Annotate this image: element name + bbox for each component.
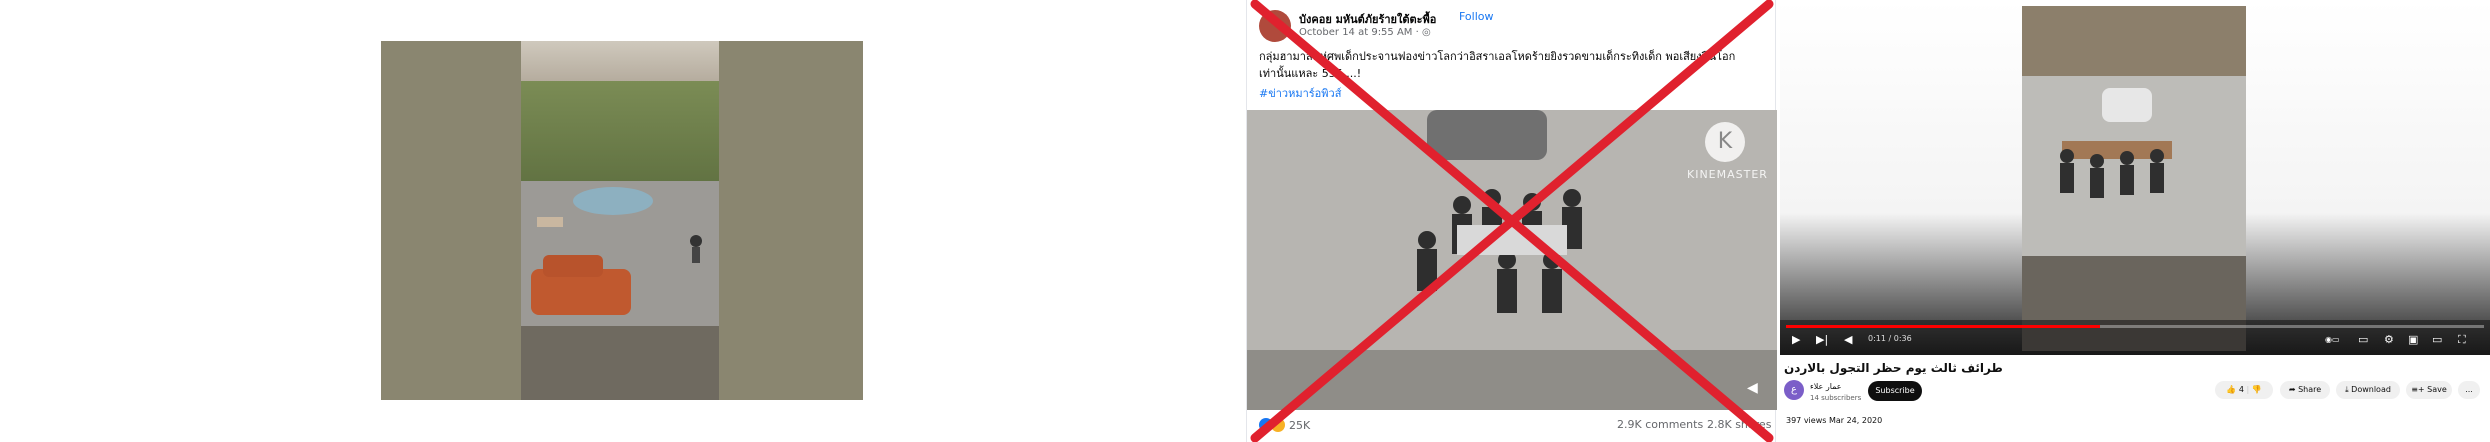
- progress-fill: [1786, 325, 2101, 328]
- like-dislike-group[interactable]: 👍 4 | 👎: [2215, 381, 2273, 399]
- save-icon: ≡+: [2411, 385, 2425, 394]
- like-count: 4: [2238, 385, 2244, 394]
- thumbs-down-icon[interactable]: 👎: [2252, 385, 2262, 394]
- video-scene: [1247, 110, 1777, 410]
- download-button[interactable]: ⤓ Download: [2336, 381, 2400, 399]
- mute-icon[interactable]: ◀: [1747, 380, 1765, 398]
- volume-icon[interactable]: ◀: [1844, 333, 1852, 347]
- haha-reaction-icon: [1271, 418, 1285, 432]
- post-text: กลุ่มฮามาสแห่ศพเด็กประจานฟองข่าวโลกว่าอิ…: [1259, 50, 1736, 80]
- time-display: 0:11 / 0:36: [1868, 334, 1912, 343]
- subscriber-count: 14 subscribers: [1810, 394, 1862, 402]
- autoplay-toggle-icon[interactable]: ◉▭: [2325, 333, 2340, 347]
- subscribe-button[interactable]: Subscribe: [1868, 381, 1922, 401]
- facebook-post: บังคอย มหันต์ภัยร้ายใต้ตะพื้อ Follow Oct…: [1246, 0, 1777, 442]
- share-icon: ➦: [2288, 385, 2296, 394]
- video-still: [2022, 6, 2246, 351]
- screenshot-composite: บังคอย มหันต์ภัยร้ายใต้ตะพื้อ Follow Oct…: [0, 0, 2490, 442]
- follow-button[interactable]: Follow: [1459, 10, 1494, 23]
- video-still: [521, 41, 719, 400]
- reactions-count: 25K: [1289, 418, 1311, 432]
- video-player[interactable]: ▶ ▶| ◀ 0:11 / 0:36 ◉▭ ▭ ⚙ ▣ ▭ ⛶: [1780, 0, 2490, 355]
- post-hashtag[interactable]: #ข่าวหมาร์อพิวส์: [1259, 84, 1341, 102]
- share-label: Share: [2298, 385, 2322, 394]
- watermark-text: KINEMASTER: [1687, 168, 1768, 181]
- fullscreen-icon[interactable]: ⛶: [2458, 333, 2466, 347]
- miniplayer-icon[interactable]: ▣: [2408, 333, 2418, 347]
- author-avatar[interactable]: [1259, 10, 1291, 42]
- theater-mode-icon[interactable]: ▭: [2432, 333, 2442, 347]
- comments-count[interactable]: 2.9K comments: [1617, 418, 1703, 431]
- channel-name[interactable]: عمار علاء: [1810, 382, 1842, 391]
- post-video[interactable]: K KINEMASTER ◀: [1247, 110, 1777, 410]
- play-icon[interactable]: ▶: [1792, 333, 1800, 347]
- reactions[interactable]: 25K: [1259, 418, 1310, 432]
- source-video-frame: [381, 41, 863, 400]
- globe-icon: ◎: [1421, 27, 1431, 38]
- more-button[interactable]: ...: [2458, 381, 2480, 399]
- next-icon[interactable]: ▶|: [1816, 333, 1828, 347]
- shares-count[interactable]: 2.8K shares: [1707, 418, 1771, 431]
- youtube-page: ▶ ▶| ◀ 0:11 / 0:36 ◉▭ ▭ ⚙ ▣ ▭ ⛶ طرائف ثا…: [1780, 0, 2490, 442]
- download-label: Download: [2351, 385, 2391, 394]
- download-icon: ⤓: [2345, 385, 2349, 394]
- post-date-text: October 14 at 9:55 AM ·: [1299, 27, 1422, 38]
- video-title: طرائف ثالث يوم حظر التجول بالاردن: [1784, 361, 2003, 375]
- post-date[interactable]: October 14 at 9:55 AM · ◎: [1299, 27, 1431, 38]
- kinemaster-logo-icon: K: [1705, 122, 1745, 162]
- channel-avatar[interactable]: ع: [1784, 380, 1804, 400]
- settings-gear-icon[interactable]: ⚙: [2384, 333, 2394, 347]
- video-wall: [521, 326, 719, 400]
- thumbs-up-icon[interactable]: 👍: [2226, 385, 2236, 394]
- author-name[interactable]: บังคอย มหันต์ภัยร้ายใต้ตะพื้อ: [1299, 10, 1436, 28]
- share-button[interactable]: ➦ Share: [2280, 381, 2330, 399]
- progress-bar[interactable]: [1786, 325, 2484, 328]
- save-button[interactable]: ≡+ Save: [2406, 381, 2452, 399]
- save-label: Save: [2427, 385, 2447, 394]
- view-date-meta: 397 views Mar 24, 2020: [1786, 416, 1883, 425]
- captions-icon[interactable]: ▭: [2358, 333, 2368, 347]
